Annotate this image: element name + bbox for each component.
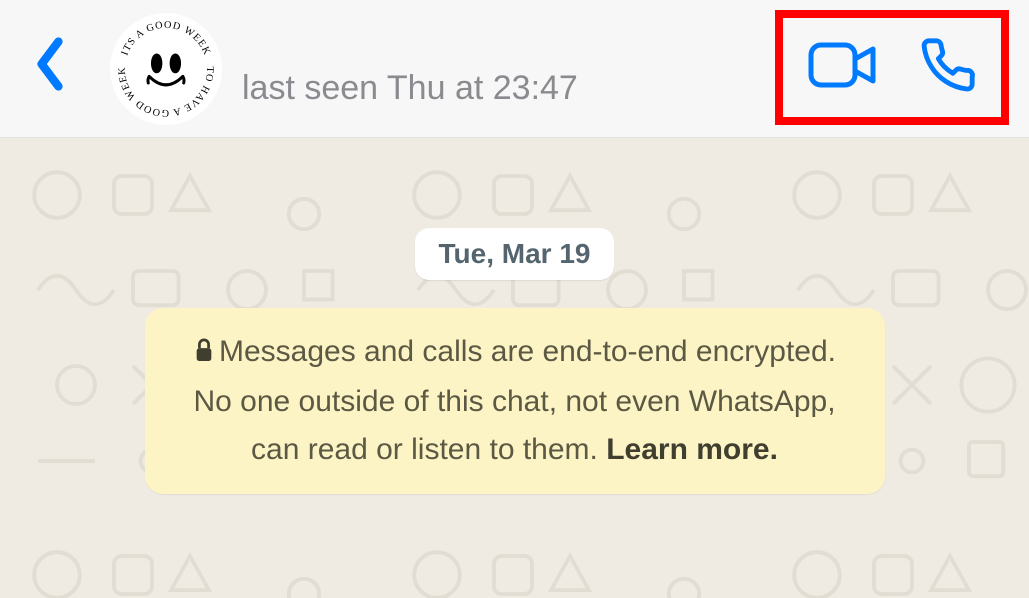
contact-avatar[interactable]: ITS A GOOD WEEK TO HAVE A GOOD WEEK [110,13,222,125]
date-separator: Tue, Mar 19 [415,228,615,280]
back-button[interactable] [16,28,84,109]
video-camera-icon [807,39,879,91]
learn-more-link[interactable]: Learn more. [606,433,778,466]
contact-status[interactable]: last seen Thu at 23:47 [242,69,578,108]
chat-body: Tue, Mar 19 Messages and calls are end-t… [0,138,1029,598]
chat-header: ITS A GOOD WEEK TO HAVE A GOOD WEEK last… [0,0,1029,138]
video-call-button[interactable] [807,39,879,96]
encryption-notice[interactable]: Messages and calls are end-to-end encryp… [145,308,885,494]
voice-call-button[interactable] [919,36,977,99]
call-buttons-highlight-box [775,10,1009,125]
phone-icon [919,36,977,94]
lock-icon [193,330,215,378]
